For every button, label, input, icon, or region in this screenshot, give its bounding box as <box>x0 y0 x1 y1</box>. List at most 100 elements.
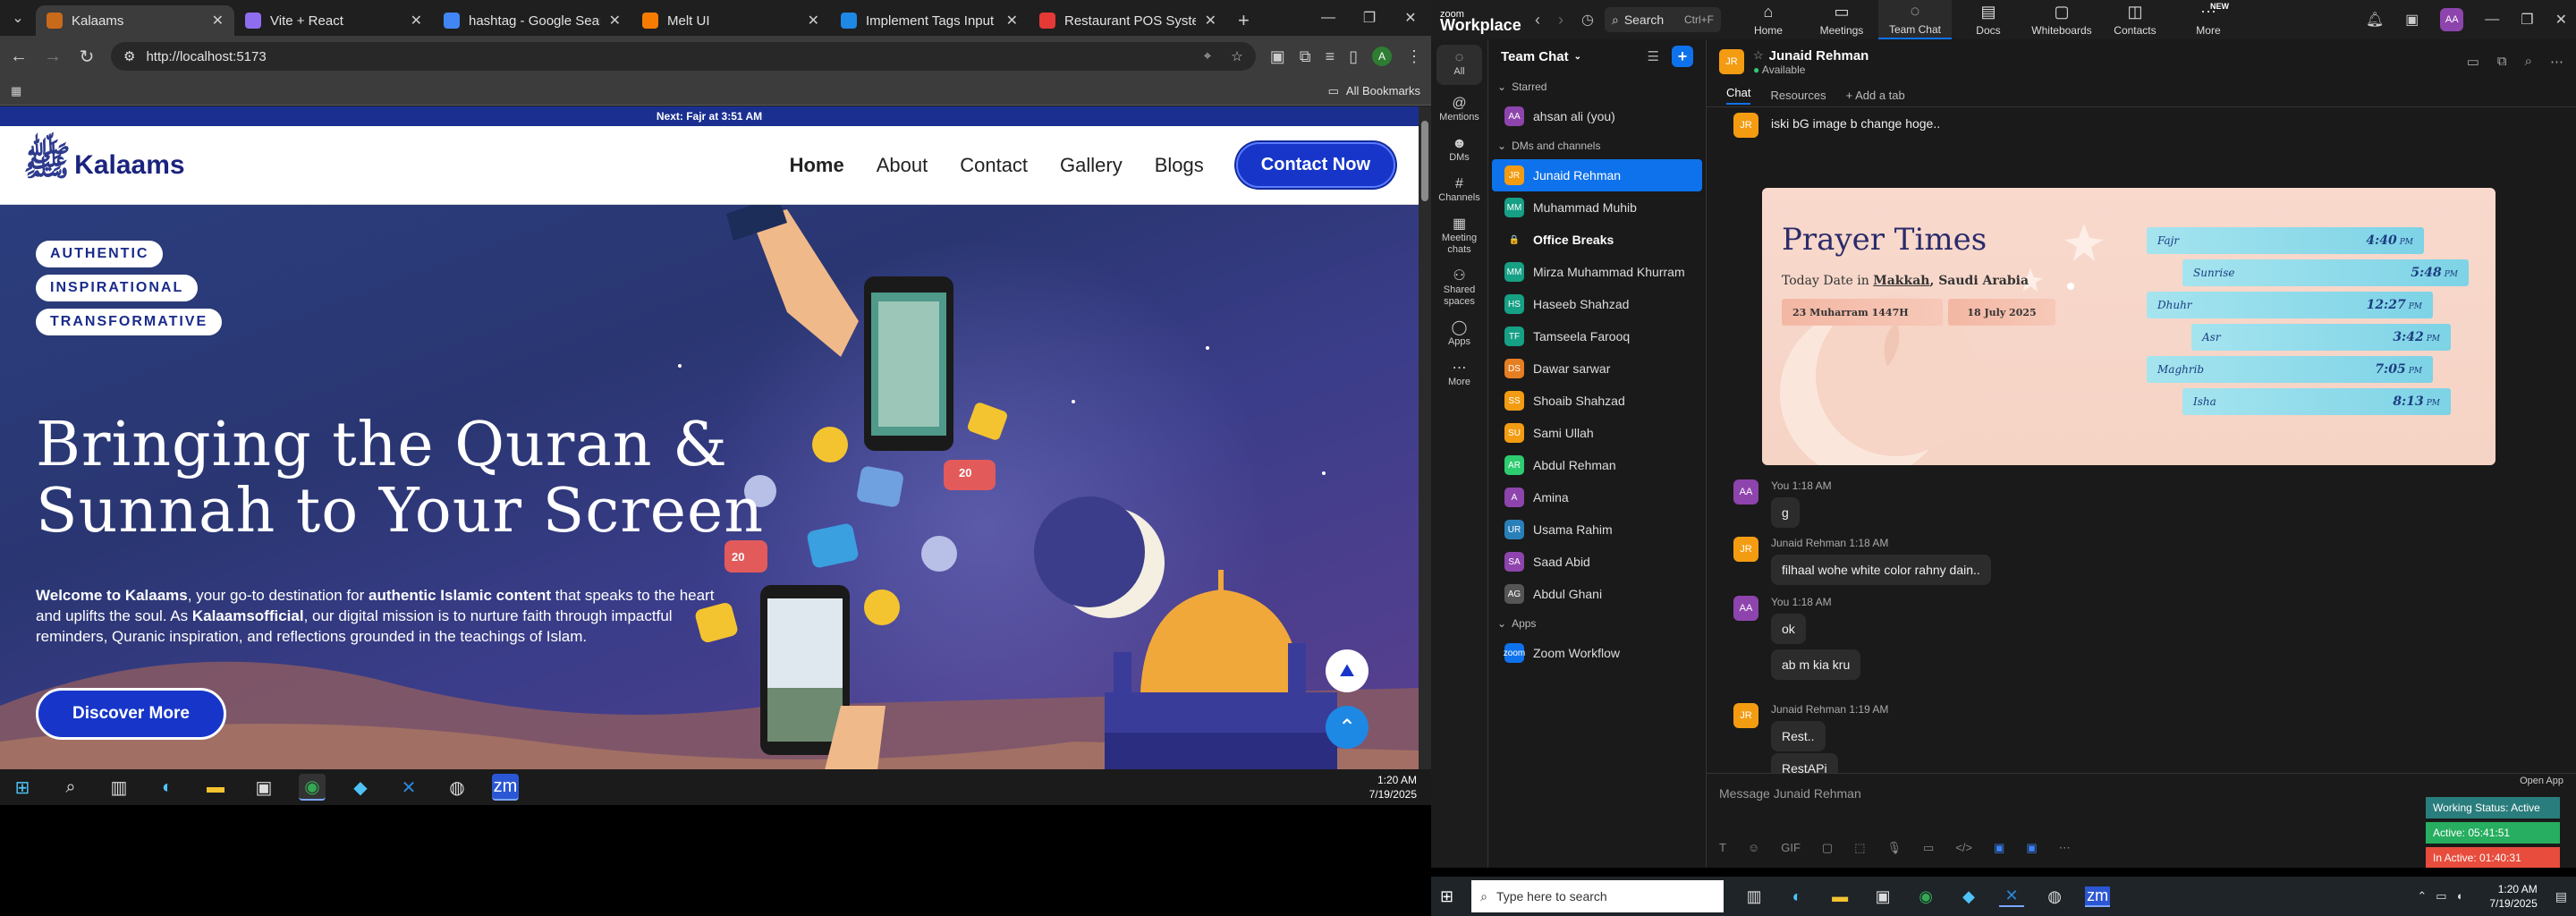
rail-channels[interactable]: # Channels <box>1431 171 1487 211</box>
chrome-icon[interactable]: ◉ <box>299 774 326 801</box>
tab-close-icon[interactable]: ✕ <box>1006 12 1018 30</box>
search-icon[interactable]: ⌕ <box>2525 54 2532 70</box>
history-icon[interactable]: ◷ <box>1581 11 1594 29</box>
chat-list-item[interactable]: MM Mirza Muhammad Khurram <box>1492 256 1702 288</box>
more-icon[interactable]: ⋯ <box>2059 841 2071 855</box>
app-blue-icon[interactable]: ▣ <box>1994 841 2004 855</box>
chat-tab[interactable]: Chat <box>1726 86 1751 105</box>
store-icon[interactable]: ▣ <box>1870 887 1895 906</box>
rail-more[interactable]: ⋯ More <box>1431 355 1487 395</box>
rail-apps[interactable]: ◯ Apps <box>1431 315 1487 355</box>
prayer-times-image[interactable]: Prayer Times Today Date in Makkah, Saudi… <box>1762 188 2496 465</box>
edge-icon[interactable]: ◐ <box>154 774 181 801</box>
message-text[interactable]: RestAPi <box>1771 753 1838 773</box>
chat-list-title[interactable]: Team Chat <box>1501 49 1569 64</box>
app2-icon[interactable]: ◍ <box>444 774 470 801</box>
section-header[interactable]: ⌄ Apps <box>1488 610 1706 637</box>
app2-icon[interactable]: ◍ <box>2042 887 2067 906</box>
contact-name[interactable]: Junaid Rehman <box>1769 48 1869 64</box>
audio-icon[interactable]: 🎙︎ <box>1887 841 1902 855</box>
nav-link-gallery[interactable]: Gallery <box>1060 154 1123 177</box>
reload-icon[interactable]: ↻ <box>77 46 97 68</box>
url-text[interactable]: http://localhost:5173 <box>146 49 266 64</box>
rail-mentions[interactable]: @ Mentions <box>1431 90 1487 131</box>
zoom-nav-home[interactable]: ⌂ Home <box>1732 0 1805 39</box>
zoom-taskbar-icon[interactable]: zm <box>492 774 519 801</box>
screen-share-icon[interactable]: ⧉ <box>2497 54 2507 70</box>
reading-list-icon[interactable]: ≡ <box>1326 47 1335 66</box>
app-icon[interactable]: ◆ <box>347 774 374 801</box>
left-clock[interactable]: 1:20 AM 7/19/2025 <box>1369 773 1422 802</box>
chevron-down-icon[interactable]: ⌄ <box>1574 52 1581 62</box>
contact-avatar[interactable]: JR <box>1719 49 1744 74</box>
zoom-nav-meetings[interactable]: ▭ Meetings <box>1805 0 1878 39</box>
file-explorer-icon[interactable]: ▬ <box>1827 887 1852 906</box>
message-text[interactable]: ab m kia kru <box>1771 649 1861 680</box>
chat-tab[interactable]: + Add a tab <box>1846 89 1905 102</box>
screenshot-icon[interactable]: ⬚ <box>1854 841 1865 855</box>
filter-icon[interactable]: ☰ <box>1648 48 1659 64</box>
url-bar[interactable]: ⚙ http://localhost:5173 ⌖ ☆ <box>111 42 1256 71</box>
tab-search-icon[interactable]: ⌄ <box>0 0 36 36</box>
chat-list-item[interactable]: UR Usama Rahim <box>1492 513 1702 546</box>
accessibility-icon[interactable]: ⛰ <box>1326 649 1368 692</box>
store-icon[interactable]: ▣ <box>250 774 277 801</box>
scroll-top-button[interactable]: ⌃ <box>1326 706 1368 749</box>
emoji-icon[interactable]: ☺ <box>1748 841 1759 855</box>
notification-icon[interactable]: ▤ <box>2555 889 2567 904</box>
rail-dms[interactable]: ☻ DMs <box>1431 131 1487 171</box>
tab-close-icon[interactable]: ✕ <box>609 12 621 30</box>
close-icon[interactable]: ✕ <box>1390 0 1431 36</box>
chat-list-item[interactable]: TF Tamseela Farooq <box>1492 320 1702 352</box>
scrollbar-thumb[interactable] <box>1421 121 1428 201</box>
task-view-icon[interactable]: ▥ <box>1741 887 1767 906</box>
maximize-icon[interactable]: ❐ <box>1349 0 1390 36</box>
network-icon[interactable]: ▭ <box>2436 889 2446 903</box>
rail-shared-spaces[interactable]: ⚇ Shared spaces <box>1431 263 1487 315</box>
minimize-icon[interactable]: — <box>2485 12 2499 28</box>
code-icon[interactable]: </> <box>1955 841 1972 855</box>
app-blue-icon-2[interactable]: ▣ <box>2026 841 2037 855</box>
app-icon[interactable]: ◆ <box>1956 887 1981 906</box>
browser-tab[interactable]: Implement Tags Input in Blo ✕ <box>830 5 1029 36</box>
chat-list-item[interactable]: DS Dawar sarwar <box>1492 352 1702 385</box>
extension-icon[interactable]: ▣ <box>1270 47 1285 66</box>
bell-icon[interactable]: 🔔︎ <box>2366 11 2384 29</box>
chat-tab[interactable]: Resources <box>1770 89 1826 102</box>
contact-now-button[interactable]: Contact Now <box>1235 142 1395 188</box>
file-explorer-icon[interactable]: ▬ <box>202 774 229 801</box>
browser-tab[interactable]: Restaurant POS System with ✕ <box>1029 5 1227 36</box>
tab-close-icon[interactable]: ✕ <box>411 12 422 30</box>
vscode-icon[interactable]: ✕ <box>395 774 422 801</box>
new-tab-button[interactable]: + <box>1227 5 1260 36</box>
nav-link-contact[interactable]: Contact <box>960 154 1028 177</box>
message-text[interactable]: g <box>1771 497 1800 528</box>
menu-icon[interactable]: ⋮ <box>1406 47 1422 66</box>
page-scrollbar[interactable] <box>1419 106 1431 769</box>
apps-grid-icon[interactable]: ▦ <box>11 84 21 98</box>
browser-tab[interactable]: hashtag - Google Search ✕ <box>433 5 631 36</box>
chat-list-item[interactable]: SU Sami Ullah <box>1492 417 1702 449</box>
message-text[interactable]: ok <box>1771 614 1806 644</box>
chat-list-item[interactable]: JR Junaid Rehman <box>1492 159 1702 191</box>
chat-list-item[interactable]: AA ahsan ali (you) <box>1492 100 1702 132</box>
apps-icon[interactable]: ▣ <box>2405 11 2419 29</box>
all-bookmarks[interactable]: ▭ All Bookmarks <box>1328 84 1420 98</box>
open-app-link[interactable]: Open App <box>2520 776 2563 786</box>
browser-tab[interactable]: Vite + React ✕ <box>234 5 433 36</box>
nav-link-home[interactable]: Home <box>790 154 844 177</box>
chat-list-item[interactable]: zoom Zoom Workflow <box>1492 637 1702 669</box>
puzzle-icon[interactable]: ⧉ <box>1300 47 1311 66</box>
zoom-nav-docs[interactable]: ▤ Docs <box>1952 0 2025 39</box>
sidebar-icon[interactable]: ▯ <box>1349 47 1358 66</box>
bookmark-star-icon[interactable]: ☆ <box>1231 48 1242 64</box>
rail-meeting-chats[interactable]: ▦ Meeting chats <box>1431 211 1487 263</box>
new-chat-button[interactable]: + <box>1672 46 1693 67</box>
chat-list-item[interactable]: AG Abdul Ghani <box>1492 578 1702 610</box>
tab-close-icon[interactable]: ✕ <box>212 12 224 30</box>
file-icon[interactable]: ▢ <box>1822 841 1833 855</box>
more-icon[interactable]: ⋯ <box>2550 54 2563 70</box>
browser-tab[interactable]: Kalaams ✕ <box>36 5 234 36</box>
tab-close-icon[interactable]: ✕ <box>1205 12 1216 30</box>
star-icon[interactable]: ☆ <box>1753 48 1764 63</box>
